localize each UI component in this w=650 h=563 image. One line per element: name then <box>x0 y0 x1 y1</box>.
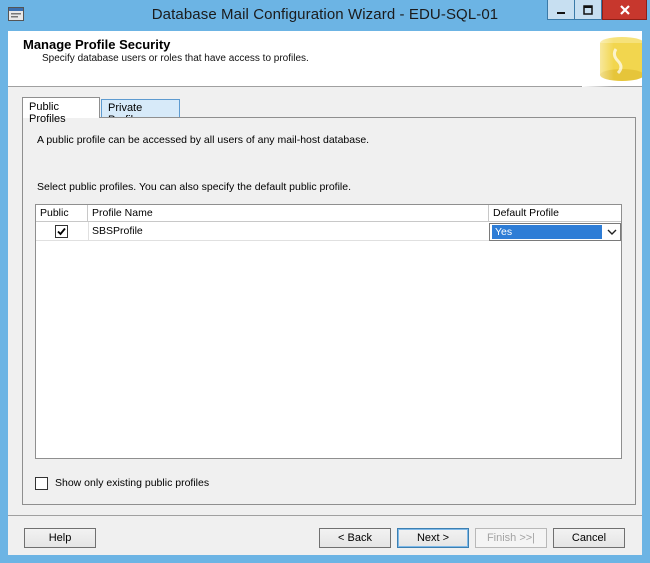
back-button[interactable]: < Back <box>319 528 391 548</box>
column-header-default-profile[interactable]: Default Profile <box>489 205 621 222</box>
column-header-public[interactable]: Public <box>36 205 88 222</box>
table-row[interactable]: SBSProfile Yes <box>36 222 621 241</box>
public-profiles-panel: A public profile can be accessed by all … <box>22 117 636 505</box>
tab-public-profiles[interactable]: Public Profiles <box>22 97 100 125</box>
checkmark-icon <box>57 227 66 236</box>
public-checkbox[interactable] <box>55 225 68 238</box>
cancel-button[interactable]: Cancel <box>553 528 625 548</box>
help-button[interactable]: Help <box>24 528 96 548</box>
profiles-grid[interactable]: Public Profile Name Default Profile SBSP… <box>35 204 622 459</box>
column-divider <box>88 222 89 241</box>
wizard-window: Database Mail Configuration Wizard - EDU… <box>0 0 650 563</box>
next-button[interactable]: Next > <box>397 528 469 548</box>
tab-private-profiles[interactable]: Private Profiles <box>101 99 180 126</box>
grid-header: Public Profile Name Default Profile <box>36 205 621 222</box>
instruction-text: Select public profiles. You can also spe… <box>37 181 352 193</box>
default-profile-select[interactable]: Yes <box>489 223 621 241</box>
intro-text: A public profile can be accessed by all … <box>37 134 370 146</box>
maximize-button[interactable] <box>575 0 602 20</box>
default-profile-value: Yes <box>492 225 602 239</box>
page-subtitle: Specify database users or roles that hav… <box>42 53 309 64</box>
footer-divider <box>8 515 642 516</box>
checkbox-box[interactable] <box>35 477 48 490</box>
database-mail-icon <box>582 31 644 87</box>
show-only-existing-label: Show only existing public profiles <box>55 477 210 489</box>
profile-name-cell[interactable]: SBSProfile <box>92 225 143 237</box>
minimize-icon <box>557 11 565 14</box>
wizard-header: Manage Profile Security Specify database… <box>8 31 644 87</box>
page-title: Manage Profile Security <box>23 37 171 52</box>
chevron-down-icon[interactable] <box>607 228 617 236</box>
close-button[interactable] <box>602 0 647 20</box>
title-bar[interactable]: Database Mail Configuration Wizard - EDU… <box>0 0 650 30</box>
maximize-icon <box>583 4 593 15</box>
column-header-profile-name[interactable]: Profile Name <box>88 205 489 222</box>
minimize-button[interactable] <box>547 0 575 20</box>
tab-label: Public Profiles <box>29 101 66 125</box>
finish-button[interactable]: Finish >>| <box>475 528 547 548</box>
wizard-client-area: Manage Profile Security Specify database… <box>8 31 644 555</box>
close-icon <box>619 4 630 15</box>
